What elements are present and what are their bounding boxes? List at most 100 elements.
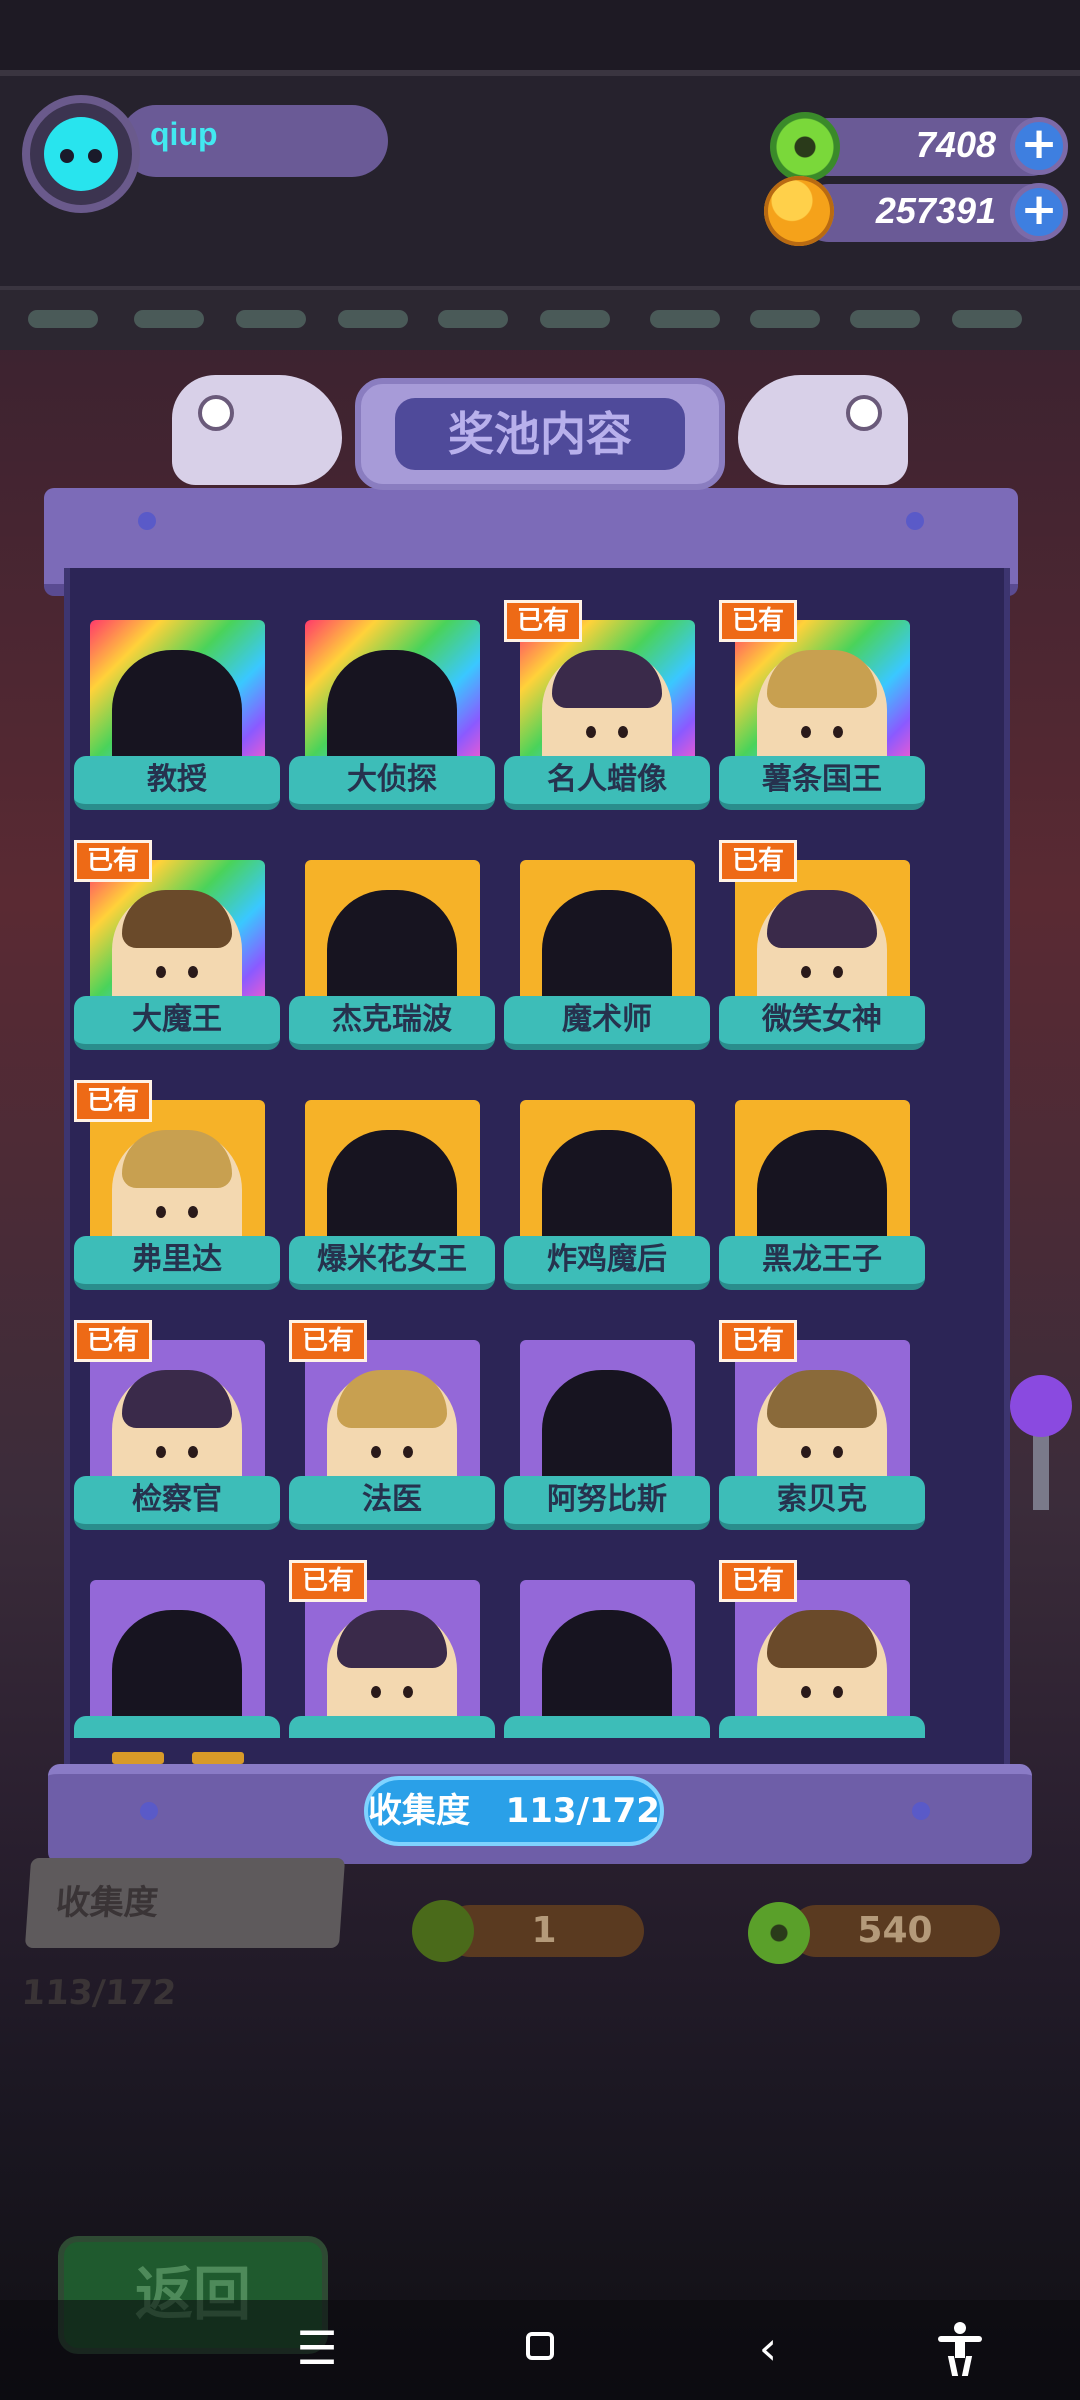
locked-character-icon bbox=[327, 650, 457, 770]
planet-currency-value: 257391 bbox=[875, 190, 996, 231]
character-portrait bbox=[735, 1100, 910, 1250]
home-icon[interactable] bbox=[508, 2316, 572, 2380]
character-portrait bbox=[735, 860, 910, 1010]
character-name: 索贝克 bbox=[719, 1476, 925, 1530]
owned-badge: 已有 bbox=[74, 1080, 152, 1122]
collection-label: 收集度 bbox=[368, 1791, 471, 1831]
character-card[interactable]: 炸鸡魔后 bbox=[504, 1100, 719, 1290]
character-card[interactable] bbox=[504, 1580, 719, 1738]
back-icon[interactable]: ‹ bbox=[736, 2316, 800, 2380]
character-icon bbox=[757, 1370, 887, 1490]
character-name: 名人蜡像 bbox=[504, 756, 710, 810]
character-card[interactable]: 薯条国王 已有 bbox=[719, 600, 934, 810]
light-icon bbox=[236, 310, 306, 328]
pickle-coin-icon bbox=[412, 1900, 474, 1962]
owned-badge: 已有 bbox=[289, 1320, 367, 1362]
character-card[interactable]: 检察官 已有 bbox=[74, 1320, 289, 1530]
character-card[interactable]: 黑龙王子 bbox=[719, 1100, 934, 1290]
accessibility-icon[interactable] bbox=[928, 2316, 992, 2380]
character-card[interactable]: 法医 已有 bbox=[289, 1320, 504, 1530]
character-card[interactable]: 教授 bbox=[74, 620, 289, 810]
fish-decoration-icon bbox=[738, 375, 908, 485]
character-icon bbox=[757, 1610, 887, 1730]
character-icon bbox=[757, 650, 887, 770]
character-portrait bbox=[90, 1100, 265, 1250]
light-icon bbox=[650, 310, 720, 328]
recent-apps-icon[interactable]: ☰ bbox=[285, 2316, 349, 2380]
character-card[interactable]: 微笑女神 已有 bbox=[719, 840, 934, 1050]
character-name bbox=[74, 1716, 280, 1738]
character-card[interactable]: 名人蜡像 已有 bbox=[504, 600, 719, 810]
background-cost-1: 1 bbox=[444, 1905, 644, 1957]
owned-badge: 已有 bbox=[719, 840, 797, 882]
character-portrait bbox=[520, 1100, 695, 1250]
character-card[interactable]: 魔术师 bbox=[504, 860, 719, 1050]
character-name bbox=[289, 1716, 495, 1738]
add-donut-button[interactable]: + bbox=[1010, 117, 1068, 175]
character-portrait bbox=[90, 620, 265, 770]
character-name: 微笑女神 bbox=[719, 996, 925, 1050]
character-portrait bbox=[735, 1580, 910, 1730]
character-name: 阿努比斯 bbox=[504, 1476, 710, 1530]
character-card[interactable]: 大魔王 已有 bbox=[74, 840, 289, 1050]
character-portrait bbox=[90, 1580, 265, 1730]
locked-character-icon bbox=[542, 890, 672, 1010]
add-planet-button[interactable]: + bbox=[1010, 183, 1068, 241]
light-icon bbox=[28, 310, 98, 328]
light-icon bbox=[134, 310, 204, 328]
character-card[interactable]: 阿努比斯 bbox=[504, 1340, 719, 1530]
donut-currency-value: 7408 bbox=[915, 124, 996, 165]
rivet-icon bbox=[138, 512, 156, 530]
character-card[interactable]: 已有 bbox=[289, 1560, 504, 1738]
character-icon bbox=[542, 650, 672, 770]
character-card[interactable]: 大侦探 bbox=[289, 620, 504, 810]
rivet-icon bbox=[140, 1802, 158, 1820]
player-name: qiup bbox=[150, 116, 218, 152]
player-avatar[interactable] bbox=[22, 95, 140, 213]
character-card[interactable]: 弗里达 已有 bbox=[74, 1080, 289, 1290]
character-name bbox=[719, 1716, 925, 1738]
collection-progress: 收集度 113/172 bbox=[364, 1776, 664, 1846]
planet-coin-icon bbox=[764, 176, 834, 246]
light-icon bbox=[952, 310, 1022, 328]
background-collection-label: 收集度 bbox=[54, 1883, 160, 1923]
light-icon bbox=[438, 310, 508, 328]
character-icon bbox=[757, 890, 887, 1010]
character-portrait bbox=[520, 1580, 695, 1730]
character-name: 法医 bbox=[289, 1476, 495, 1530]
character-name: 大魔王 bbox=[74, 996, 280, 1050]
owned-badge: 已有 bbox=[289, 1560, 367, 1602]
locked-character-icon bbox=[327, 890, 457, 1010]
light-icon bbox=[750, 310, 820, 328]
character-name: 黑龙王子 bbox=[719, 1236, 925, 1290]
locked-character-icon bbox=[112, 1610, 242, 1730]
character-card[interactable] bbox=[74, 1580, 289, 1738]
locked-character-icon bbox=[112, 650, 242, 770]
character-card[interactable]: 索贝克 已有 bbox=[719, 1320, 934, 1530]
character-name: 爆米花女王 bbox=[289, 1236, 495, 1290]
owned-badge: 已有 bbox=[74, 1320, 152, 1362]
character-card[interactable]: 已有 bbox=[719, 1560, 934, 1738]
character-card[interactable]: 爆米花女王 bbox=[289, 1100, 504, 1290]
owned-badge: 已有 bbox=[719, 1320, 797, 1362]
background-cost-2: 540 bbox=[790, 1905, 1000, 1957]
character-grid[interactable]: 教授 大侦探 名人蜡像 已有 薯条国王 已有 大魔王 已有 杰克瑞波 魔术师 微笑女神 已有 弗里达 已有… bbox=[64, 600, 998, 1738]
donut-coin-icon bbox=[748, 1902, 810, 1964]
character-portrait bbox=[735, 1340, 910, 1490]
character-portrait bbox=[735, 620, 910, 770]
locked-character-icon bbox=[757, 1130, 887, 1250]
owned-badge: 已有 bbox=[719, 600, 797, 642]
character-card[interactable]: 杰克瑞波 bbox=[289, 860, 504, 1050]
lever-knob bbox=[1010, 1375, 1072, 1437]
cat-avatar-icon bbox=[44, 117, 118, 191]
character-name: 薯条国王 bbox=[719, 756, 925, 810]
character-portrait bbox=[90, 1340, 265, 1490]
character-portrait bbox=[305, 1580, 480, 1730]
character-name bbox=[504, 1716, 710, 1738]
owned-badge: 已有 bbox=[719, 1560, 797, 1602]
character-name: 炸鸡魔后 bbox=[504, 1236, 710, 1290]
character-portrait bbox=[305, 1100, 480, 1250]
character-portrait bbox=[90, 860, 265, 1010]
character-name: 魔术师 bbox=[504, 996, 710, 1050]
character-portrait bbox=[520, 620, 695, 770]
